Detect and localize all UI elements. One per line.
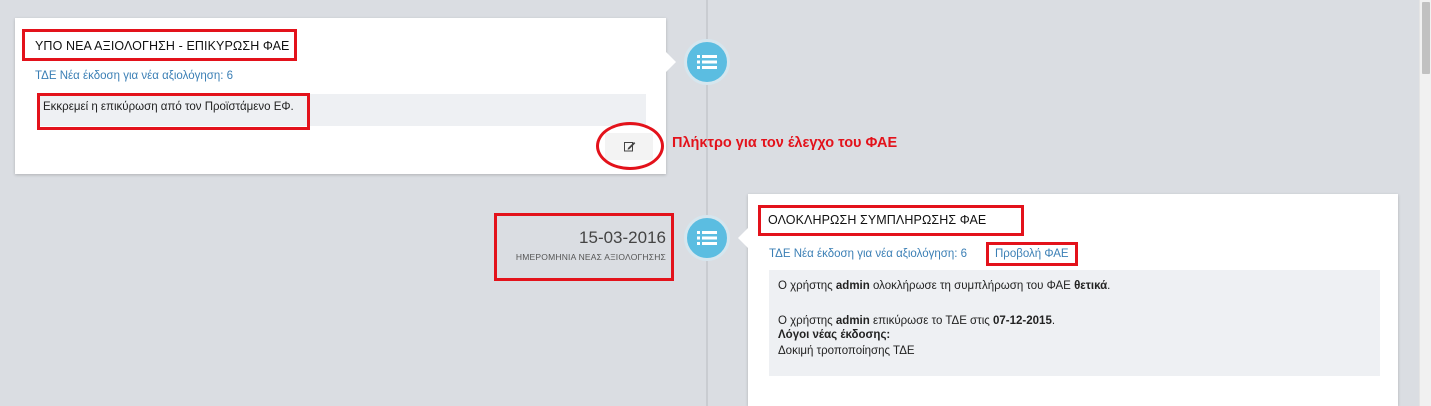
tde-version-link[interactable]: ΤΔΕ Νέα έκδοση για νέα αξιολόγηση: 6 bbox=[769, 248, 967, 260]
list-icon bbox=[697, 231, 717, 245]
highlight-box-view-link bbox=[986, 242, 1078, 266]
timeline-marker-2 bbox=[684, 215, 730, 261]
highlight-box-message bbox=[37, 93, 310, 130]
list-icon bbox=[697, 55, 717, 69]
highlight-box-date bbox=[494, 213, 674, 281]
timeline-marker-1 bbox=[684, 39, 730, 85]
reasons-text: Δοκιμή τροποποίησης ΤΔΕ bbox=[778, 345, 915, 357]
highlight-box-title-1 bbox=[22, 29, 297, 61]
highlight-box-title-2 bbox=[758, 205, 1024, 236]
tde-version-link[interactable]: ΤΔΕ Νέα έκδοση για νέα αξιολόγηση: 6 bbox=[35, 70, 233, 82]
reasons-label: Λόγοι νέας έκδοσης: bbox=[778, 329, 891, 341]
scrollbar-thumb[interactable] bbox=[1422, 2, 1430, 74]
completion-message: Ο χρήστης admin ολοκλήρωσε τη συμπλήρωση… bbox=[778, 280, 1111, 292]
highlight-ellipse-edit-button bbox=[596, 122, 664, 170]
annotation-label: Πλήκτρο για τον έλεγχο του ΦΑΕ bbox=[672, 135, 898, 151]
vertical-scrollbar[interactable] bbox=[1419, 0, 1431, 406]
validation-message: Ο χρήστης admin επικύρωσε το ΤΔΕ στις 07… bbox=[778, 315, 1056, 327]
